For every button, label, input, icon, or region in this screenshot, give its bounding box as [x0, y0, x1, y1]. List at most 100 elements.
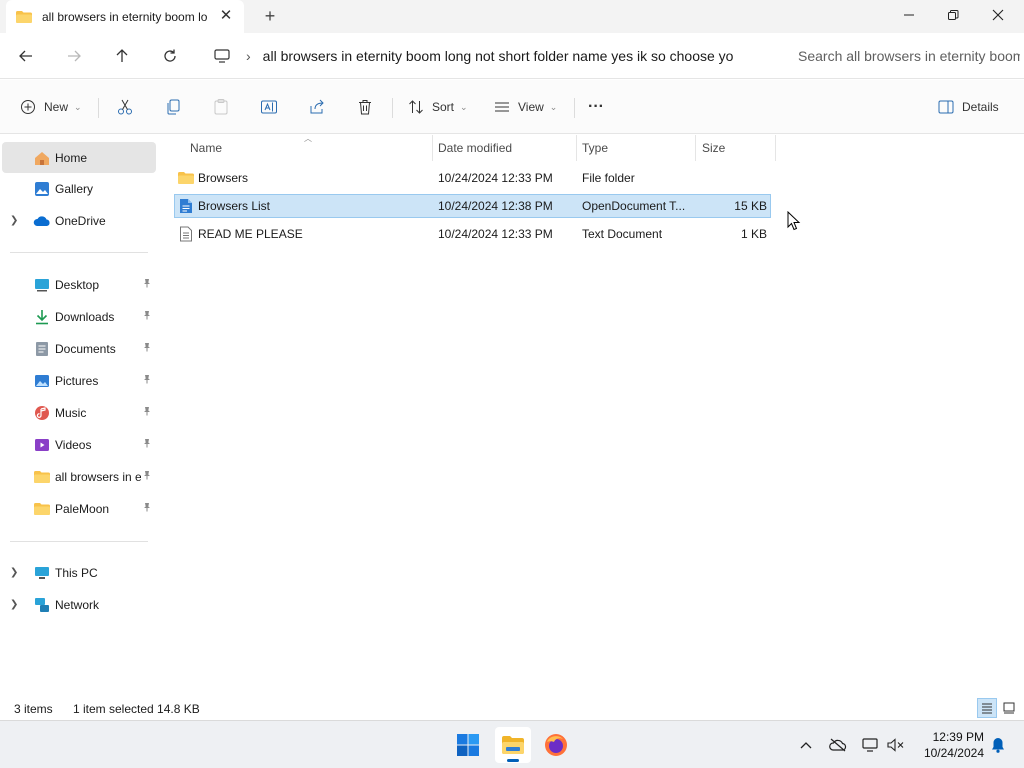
column-header-name[interactable]: Name: [190, 135, 222, 161]
share-button[interactable]: [308, 93, 326, 121]
taskbar-file-explorer[interactable]: [495, 727, 531, 763]
details-view-button[interactable]: [977, 698, 997, 718]
new-button[interactable]: New ⌄: [20, 93, 82, 121]
trash-icon: [359, 100, 371, 115]
delete-button[interactable]: [356, 93, 374, 121]
volume-tray-icon[interactable]: [884, 733, 908, 757]
sidebar-item-network[interactable]: ❯ Network: [2, 589, 156, 620]
file-type: File folder: [582, 171, 635, 185]
column-divider[interactable]: [775, 135, 776, 161]
file-size: 15 KB: [734, 199, 767, 213]
sort-ascending-icon: ︿: [304, 134, 312, 143]
copy-button[interactable]: [164, 93, 182, 121]
text-document-icon: [180, 226, 192, 242]
pin-icon[interactable]: [142, 406, 152, 419]
sidebar-item-home[interactable]: Home: [2, 142, 156, 173]
search-input[interactable]: Search all browsers in eternity boom lon…: [786, 41, 1020, 71]
sidebar-item-downloads[interactable]: Downloads: [2, 301, 156, 332]
sidebar-item-gallery[interactable]: Gallery: [2, 173, 156, 204]
mouse-cursor-icon: [787, 211, 801, 231]
pin-icon[interactable]: [142, 342, 152, 355]
view-button[interactable]: View ⌄: [494, 93, 557, 121]
clock-date: 10/24/2024: [923, 746, 984, 760]
command-bar: New ⌄ Sort ⌄ View ⌄ ··· Details: [0, 80, 1024, 134]
taskbar-firefox[interactable]: [538, 727, 574, 763]
sidebar-item-pictures[interactable]: Pictures: [2, 365, 156, 396]
pin-icon[interactable]: [142, 278, 152, 291]
minimize-button[interactable]: [886, 0, 932, 30]
close-icon: [992, 9, 1004, 21]
sort-button-label: Sort: [432, 100, 455, 114]
toolbar-divider: [98, 98, 99, 118]
file-row-read-me-please[interactable]: READ ME PLEASE 10/24/2024 12:33 PM Text …: [174, 222, 771, 246]
folder-tab[interactable]: all browsers in eternity boom long not s…: [6, 0, 244, 33]
file-list: ︿ Name Date modified Type Size Browsers …: [160, 134, 1024, 695]
odt-document-icon: [180, 199, 192, 213]
file-name: Browsers List: [198, 199, 271, 213]
pin-icon[interactable]: [142, 374, 152, 387]
large-icons-view-button[interactable]: [999, 698, 1019, 718]
notification-button[interactable]: [986, 733, 1010, 757]
arrow-right-icon: [68, 50, 81, 62]
onedrive-tray-icon[interactable]: [826, 733, 850, 757]
folder-icon: [16, 10, 32, 23]
close-window-button[interactable]: [975, 0, 1021, 30]
sidebar-item-this-pc[interactable]: ❯ This PC: [2, 557, 156, 588]
sort-icon: [409, 100, 423, 114]
chevron-right-icon[interactable]: ❯: [10, 567, 18, 578]
pin-icon[interactable]: [142, 438, 152, 451]
refresh-button[interactable]: [156, 42, 184, 70]
sort-button[interactable]: Sort ⌄: [408, 93, 468, 121]
column-header-type[interactable]: Type: [582, 135, 608, 161]
details-label: Details: [962, 100, 999, 114]
breadcrumb[interactable]: all browsers in eternity boom long not s…: [263, 48, 743, 64]
start-button[interactable]: [450, 727, 486, 763]
sidebar-item-all-browsers-in-eternity-boom-[interactable]: all browsers in eternity boom long not s…: [2, 461, 156, 492]
system-clock[interactable]: 12:39 PM 10/24/2024: [914, 729, 984, 761]
pin-icon[interactable]: [142, 470, 152, 483]
status-bar: 3 items 1 item selected 14.8 KB: [0, 696, 1024, 720]
sidebar-item-documents[interactable]: Documents: [2, 333, 156, 364]
back-button[interactable]: [12, 42, 40, 70]
sidebar-item-music[interactable]: Music: [2, 397, 156, 428]
sidebar-item-palemoon[interactable]: PaleMoon: [2, 493, 156, 524]
column-divider[interactable]: [695, 135, 696, 161]
up-button[interactable]: [108, 42, 136, 70]
sidebar-item-onedrive[interactable]: ❯ OneDrive: [2, 205, 156, 236]
file-date: 10/24/2024 12:33 PM: [438, 171, 553, 185]
pin-icon[interactable]: [142, 310, 152, 323]
file-row-browsers-list[interactable]: Browsers List 10/24/2024 12:38 PM OpenDo…: [174, 194, 771, 218]
chevron-right-icon[interactable]: ❯: [10, 215, 18, 226]
show-hidden-icons-button[interactable]: [794, 733, 818, 757]
pin-icon[interactable]: [142, 502, 152, 515]
close-tab-button[interactable]: ✕: [218, 8, 234, 24]
network-tray-icon[interactable]: [858, 733, 882, 757]
paste-button[interactable]: [212, 93, 230, 121]
column-divider[interactable]: [576, 135, 577, 161]
music-icon: [33, 404, 51, 422]
chevron-down-icon: ⌄: [460, 101, 468, 112]
forward-button[interactable]: [60, 42, 88, 70]
details-pane-button[interactable]: Details: [938, 93, 999, 121]
chevron-right-icon[interactable]: ❯: [10, 599, 18, 610]
tab-title: all browsers in eternity boom long not s…: [42, 9, 208, 24]
address-bar[interactable]: › all browsers in eternity boom long not…: [202, 41, 774, 71]
new-tab-button[interactable]: +: [260, 6, 280, 26]
rename-button[interactable]: [260, 93, 278, 121]
file-type: OpenDocument T...: [582, 199, 686, 213]
sidebar-item-label: PaleMoon: [55, 501, 110, 516]
cut-button[interactable]: [116, 93, 134, 121]
sidebar-item-desktop[interactable]: Desktop: [2, 269, 156, 300]
refresh-icon: [164, 49, 176, 62]
restore-button[interactable]: [930, 0, 976, 30]
file-size: 1 KB: [740, 227, 767, 241]
sidebar-item-videos[interactable]: Videos: [2, 429, 156, 460]
file-explorer-icon: [502, 736, 524, 754]
column-divider[interactable]: [432, 135, 433, 161]
more-options-button[interactable]: ···: [588, 93, 604, 121]
file-row-browsers[interactable]: Browsers 10/24/2024 12:33 PM File folder: [174, 166, 771, 190]
details-pane-icon: [938, 100, 954, 114]
column-header-date[interactable]: Date modified: [438, 135, 512, 161]
column-header-size[interactable]: Size: [702, 135, 725, 161]
chevron-down-icon: ⌄: [74, 101, 82, 112]
